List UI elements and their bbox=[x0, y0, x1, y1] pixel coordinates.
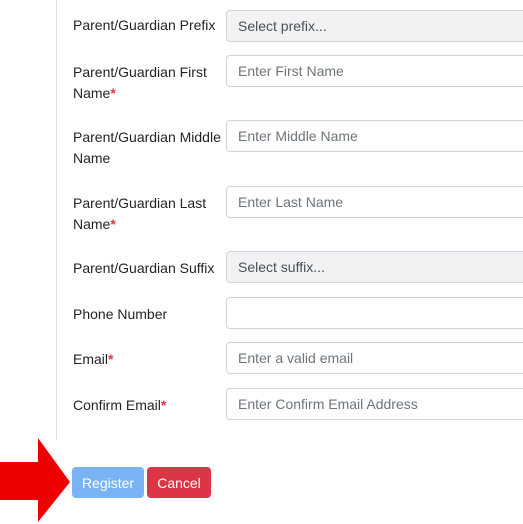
first-name-label-text: Parent/Guardian First Name bbox=[73, 64, 207, 101]
required-marker: * bbox=[110, 216, 116, 232]
middle-name-input[interactable] bbox=[226, 120, 523, 152]
prefix-label-text: Parent/Guardian Prefix bbox=[73, 17, 216, 33]
required-marker: * bbox=[110, 85, 116, 101]
first-name-input[interactable] bbox=[226, 55, 523, 87]
email-input[interactable] bbox=[226, 342, 523, 374]
required-marker: * bbox=[108, 351, 114, 367]
last-name-label-text: Parent/Guardian Last Name bbox=[73, 195, 207, 232]
suffix-label-text: Parent/Guardian Suffix bbox=[73, 260, 215, 276]
last-name-label: Parent/Guardian Last Name* bbox=[73, 193, 223, 235]
suffix-select[interactable]: Select suffix... bbox=[226, 251, 523, 283]
middle-name-label-text: Parent/Guardian Middle Name bbox=[73, 129, 221, 166]
phone-label-text: Phone Number bbox=[73, 306, 168, 322]
required-marker: * bbox=[160, 397, 167, 413]
phone-label: Phone Number bbox=[73, 304, 223, 325]
prefix-label: Parent/Guardian Prefix bbox=[73, 15, 223, 36]
form-divider bbox=[56, 0, 57, 440]
confirm-email-label-text: Confirm Email bbox=[73, 397, 161, 413]
prefix-select-value: Select prefix... bbox=[238, 18, 327, 34]
last-name-input[interactable] bbox=[226, 186, 523, 218]
cancel-button[interactable]: Cancel bbox=[147, 467, 211, 498]
suffix-select-value: Select suffix... bbox=[238, 259, 325, 275]
registration-form-page: Parent/Guardian Prefix Select prefix... … bbox=[0, 0, 523, 524]
confirm-email-input[interactable] bbox=[226, 388, 523, 420]
register-button[interactable]: Register bbox=[72, 467, 144, 498]
first-name-label: Parent/Guardian First Name* bbox=[73, 62, 223, 104]
suffix-label: Parent/Guardian Suffix bbox=[73, 258, 223, 279]
email-label: Email* bbox=[73, 349, 223, 370]
middle-name-label: Parent/Guardian Middle Name bbox=[73, 127, 223, 169]
confirm-email-label: Confirm Email* bbox=[73, 395, 223, 416]
phone-input[interactable] bbox=[226, 297, 523, 329]
prefix-select[interactable]: Select prefix... bbox=[226, 10, 523, 42]
right-arrow-icon bbox=[0, 438, 70, 522]
email-label-text: Email bbox=[73, 351, 109, 367]
